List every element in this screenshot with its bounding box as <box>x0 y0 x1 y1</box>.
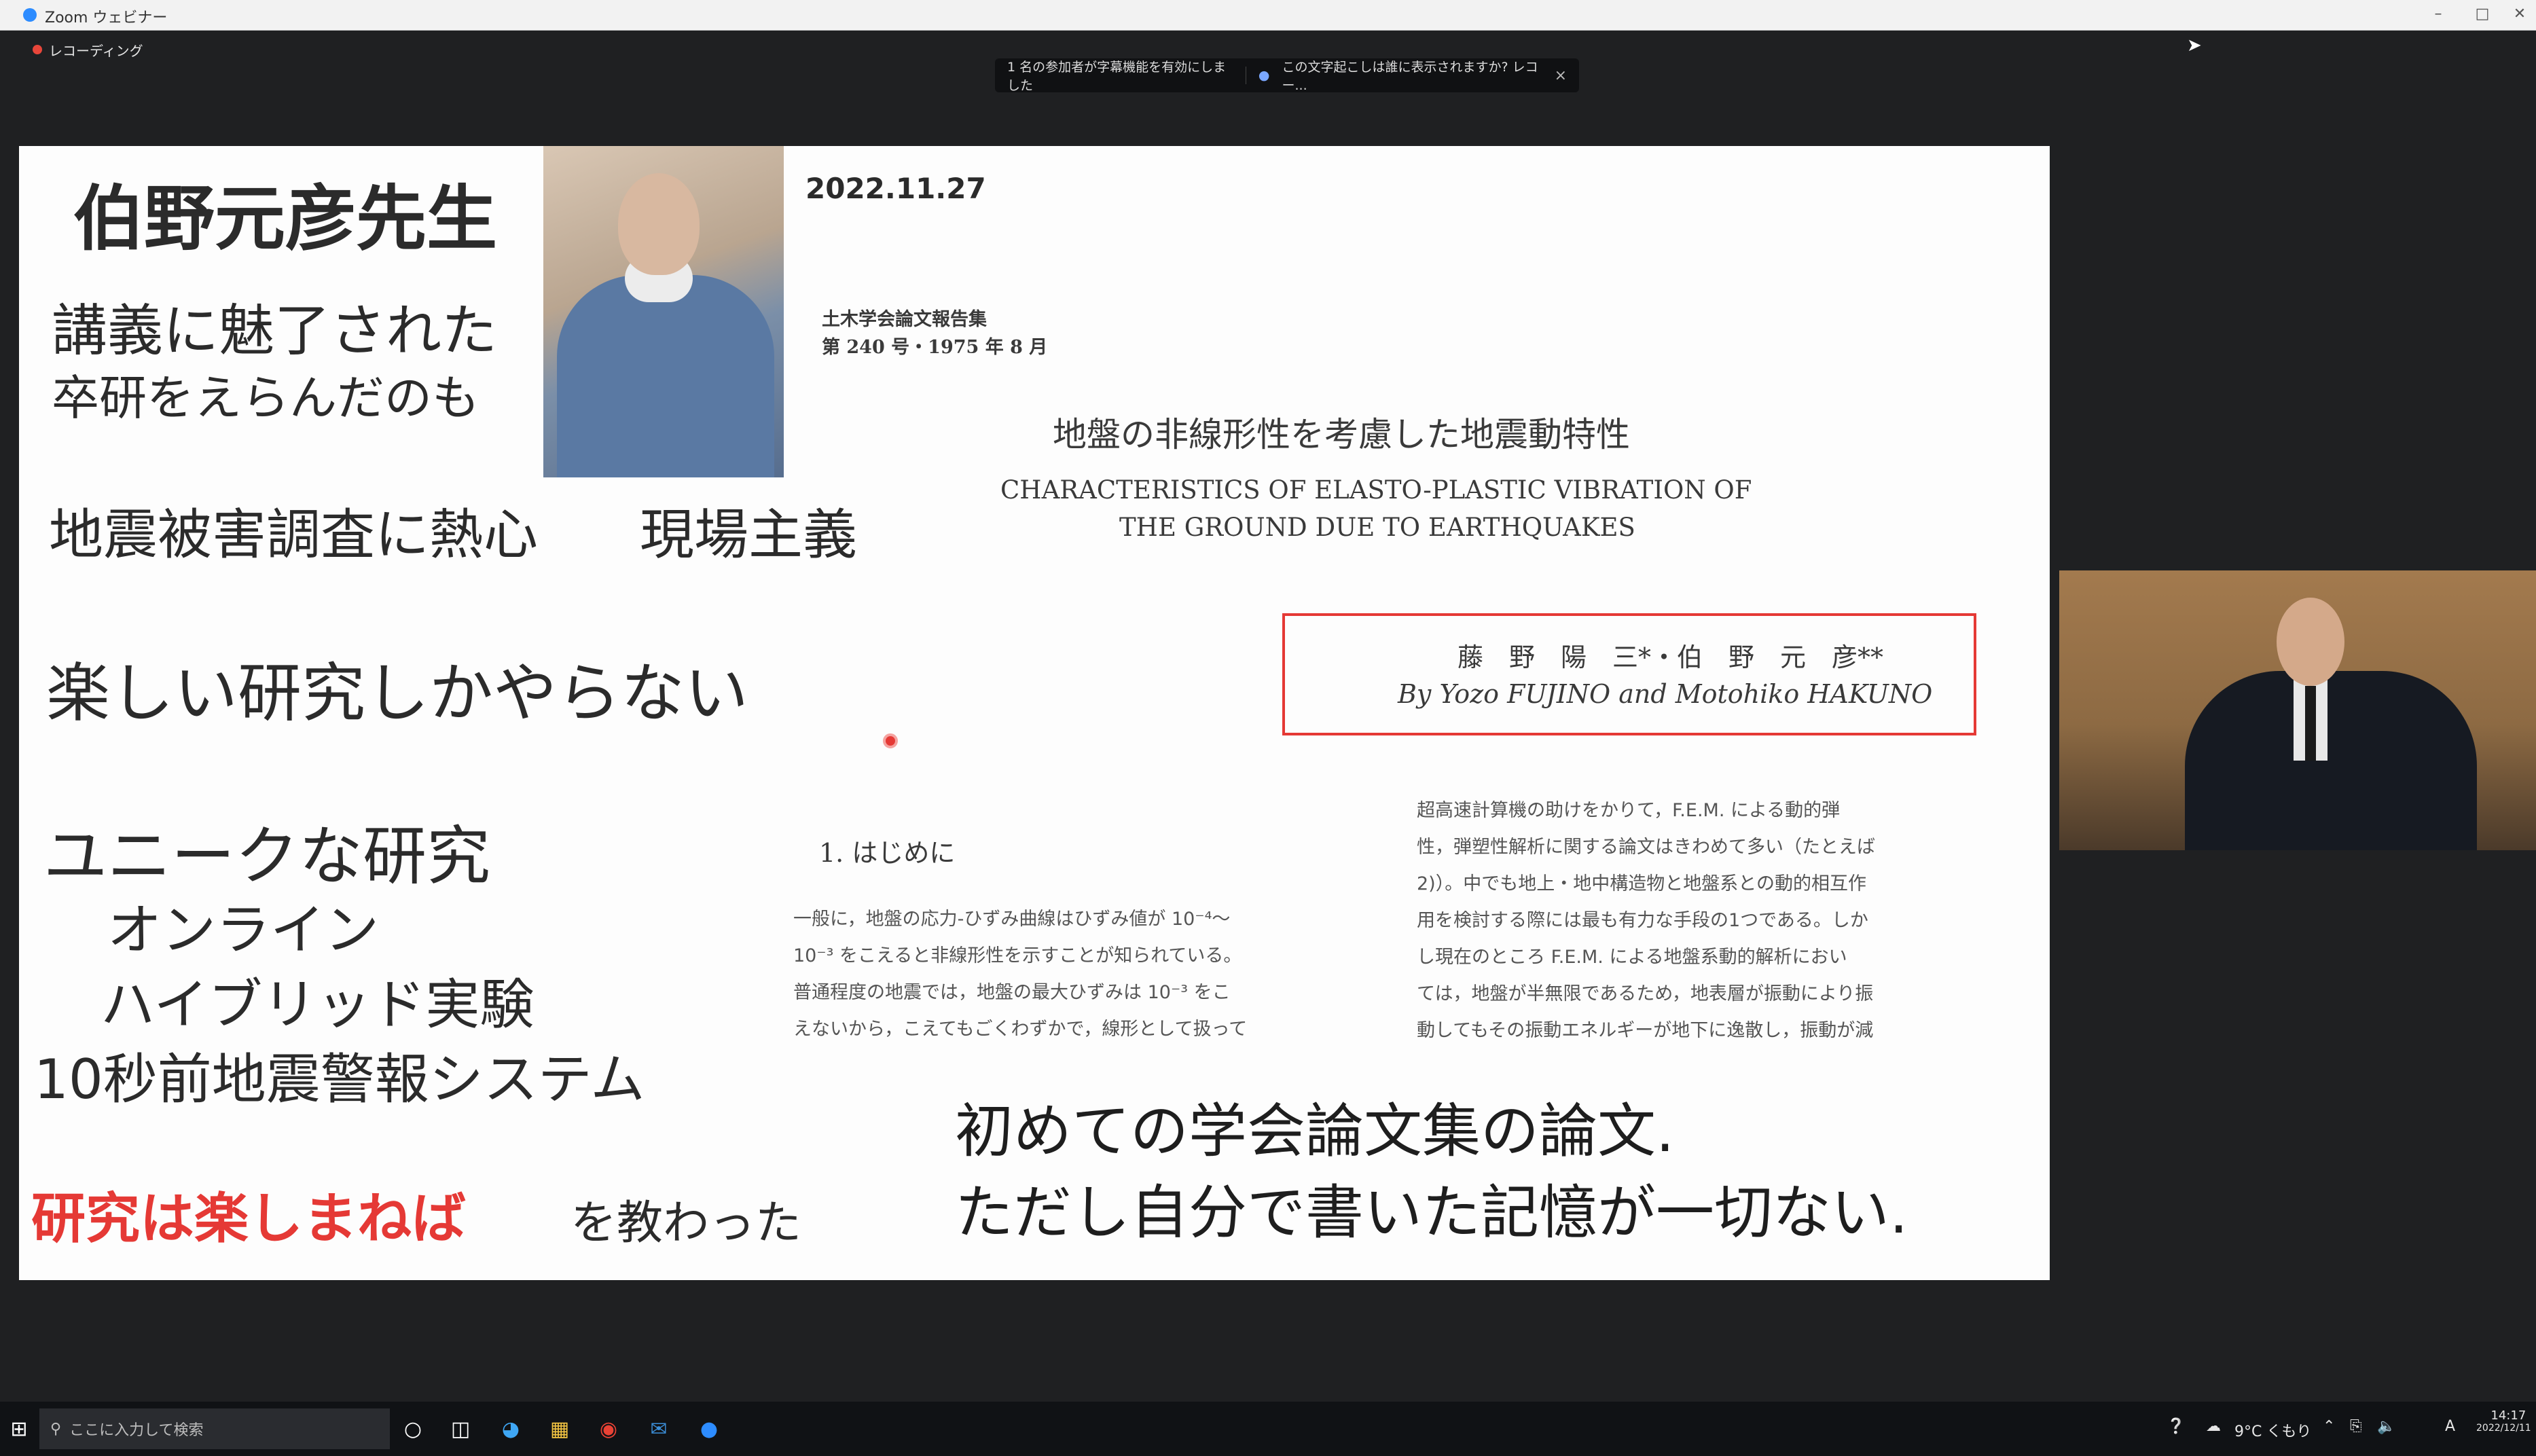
slide-date: 2022.11.27 <box>805 172 986 205</box>
clock-date: 2022/12/11 <box>2476 1423 2531 1434</box>
paper-authors-jp: 藤 野 陽 三*・伯 野 元 彦** <box>1457 642 1884 672</box>
slide-caption-2: ただし自分で書いた記憶が一切ない. <box>955 1179 1908 1247</box>
photo-shirt <box>557 275 774 477</box>
paper-en-title-1: CHARACTERISTICS OF ELASTO-PLASTIC VIBRAT… <box>1000 475 1752 505</box>
minimize-button[interactable]: – <box>2418 4 2459 24</box>
slide-line-7: ハイブリッド実験 <box>101 973 535 1036</box>
slide-line-9-rest: を教わった <box>570 1197 802 1250</box>
taskbar-search-placeholder: ここに入力して検索 <box>69 1422 204 1439</box>
paper-left-line: えないから，こえてもごくわずかで，線形として扱って <box>793 1019 1248 1040</box>
edge-browser-icon[interactable]: ◕ <box>494 1413 527 1445</box>
paper-jp-title: 地盤の非線形性を考慮した地震動特性 <box>1053 415 1630 454</box>
window-title-bar: Zoom ウェビナー – □ ✕ <box>0 0 2536 31</box>
slide-line-8: 10秒前地震警報システム <box>34 1048 645 1111</box>
author-highlight-box <box>1282 613 1976 735</box>
video-person-body <box>2185 671 2477 850</box>
recording-indicator[interactable]: レコーディング <box>33 39 143 60</box>
recording-dot-icon <box>33 45 42 54</box>
person-icon: ● <box>1258 68 1270 83</box>
paper-left-line: 普通程度の地震では，地盤の最大ひずみは 10⁻³ をこ <box>793 982 1231 1003</box>
paper-en-title-2: THE GROUND DUE TO EARTHQUAKES <box>1119 513 1635 542</box>
journal-issue: 第 240 号・1975 年 8 月 <box>822 337 1048 358</box>
task-view-icon[interactable]: ◫ <box>444 1413 477 1445</box>
ime-indicator[interactable]: A <box>2445 1418 2455 1435</box>
paper-left-line: 10⁻³ をこえると非線形性を示すことが知られている。 <box>793 945 1242 966</box>
file-explorer-icon[interactable]: ▦ <box>543 1413 576 1445</box>
windows-taskbar: ⊞ ⚲ ここに入力して検索 ○ ◫ ◕ ▦ ◉ ✉ ● ❔ ☁ 9°C くもり … <box>0 1402 2536 1456</box>
paper-right-line: ては，地盤が半無限であるため，地表層が振動により振 <box>1417 983 1874 1004</box>
paper-right-line: 性，弾塑性解析に関する論文はきわめて多い（たとえば <box>1417 837 1875 858</box>
maximize-button[interactable]: □ <box>2462 4 2503 24</box>
paper-right-line: 動してもその振動エネルギーが地下に逸散し，振動が減 <box>1417 1020 1874 1041</box>
zoom-taskbar-icon[interactable]: ● <box>693 1413 725 1445</box>
paper-authors-en: By Yozo FUJINO and Motohiko HAKUNO <box>1398 679 1933 709</box>
clock[interactable]: 14:17 2022/12/11 <box>2476 1408 2531 1434</box>
paper-section-heading: 1. はじめに <box>819 838 956 868</box>
slide-line-4: 楽しい研究しかやらない <box>46 657 749 731</box>
close-window-button[interactable]: ✕ <box>2499 4 2536 24</box>
slide-line-2: 卒研をえらんだのも <box>52 370 479 426</box>
paper-right-line: 2)）。中でも地上・地中構造物と地盤系との動的相互作 <box>1417 873 1866 894</box>
cloud-weather-icon: ☁ <box>2206 1418 2221 1435</box>
slide-line-6: オンライン <box>107 898 379 962</box>
mouse-cursor-icon: ➤ <box>2187 35 2202 56</box>
paper-right-line: 超高速計算機の助けをかりて，F.E.M. による動的弾 <box>1417 800 1841 821</box>
paper-left-line: 一般に，地盤の応力-ひずみ曲線はひずみ値が 10⁻⁴～ <box>793 909 1231 930</box>
slide-line-3a: 地震被害調査に熱心 <box>49 503 538 566</box>
search-icon: ⚲ <box>50 1420 62 1438</box>
tray-chevron-icon[interactable]: ⌃ <box>2323 1418 2335 1435</box>
windows-logo-icon: ⊞ <box>10 1417 28 1441</box>
caption-notice-text: 1 名の参加者が字幕機能を有効にしました <box>1007 60 1227 93</box>
network-icon[interactable]: ⎘ <box>2350 1418 2362 1435</box>
outlook-icon[interactable]: ✉ <box>642 1413 675 1445</box>
paper-left-body: 一般に，地盤の応力-ひずみ曲線はひずみ値が 10⁻⁴～ 10⁻³ をこえると非線… <box>793 901 1391 1042</box>
recording-label: レコーディング <box>49 42 143 59</box>
start-button[interactable]: ⊞ <box>0 1402 38 1456</box>
shared-slide: 伯野元彦先生 2022.11.27 講義に魅了された 卒研をえらんだのも 地震被… <box>19 146 2050 1280</box>
video-person-head <box>2277 598 2344 686</box>
slide-line-5: ユニークな研究 <box>43 820 491 894</box>
zoom-app-icon <box>23 8 37 22</box>
slide-line-9-red: 研究は楽しまねば <box>31 1187 466 1250</box>
paper-right-line: し現在のところ F.E.M. による地盤系動的解析におい <box>1417 947 1847 968</box>
slide-name-title: 伯野元彦先生 <box>73 177 498 260</box>
caption-notification: 1 名の参加者が字幕機能を有効にしました ● この文字起こしは誰に表示されますか… <box>995 57 1579 94</box>
video-person-tie <box>2305 686 2316 761</box>
clock-time: 14:17 <box>2490 1408 2526 1423</box>
laser-pointer-icon <box>883 733 898 748</box>
volume-icon[interactable]: 🔈 <box>2377 1418 2395 1435</box>
participant-video[interactable] <box>2059 570 2536 850</box>
portrait-photo <box>543 146 784 477</box>
paper-right-body: 超高速計算機の助けをかりて，F.E.M. による動的弾 性，弾塑性解析に関する論… <box>1417 793 2028 1042</box>
weather-text[interactable]: 9°C くもり <box>2234 1419 2311 1441</box>
slide-line-1: 講義に魅了された <box>52 299 498 363</box>
caption-visibility-link[interactable]: この文字起こしは誰に表示されますか? レコー... <box>1282 57 1542 94</box>
chrome-browser-icon[interactable]: ◉ <box>592 1413 625 1445</box>
journal-name: 土木学会論文報告集 <box>822 309 987 330</box>
help-icon[interactable]: ❔ <box>2167 1418 2185 1435</box>
close-notice-button[interactable]: × <box>1555 67 1567 84</box>
photo-head <box>618 173 700 275</box>
slide-line-3b: 現場主義 <box>640 503 857 566</box>
slide-caption-1: 初めての学会論文集の論文. <box>955 1097 1675 1165</box>
paper-right-line: 用を検討する際には最も有力な手段の1つである。しか <box>1417 910 1868 931</box>
taskbar-search-box[interactable]: ⚲ ここに入力して検索 <box>39 1408 390 1449</box>
task-view-cortana-icon[interactable]: ○ <box>397 1413 429 1445</box>
window-title: Zoom ウェビナー <box>45 10 168 26</box>
